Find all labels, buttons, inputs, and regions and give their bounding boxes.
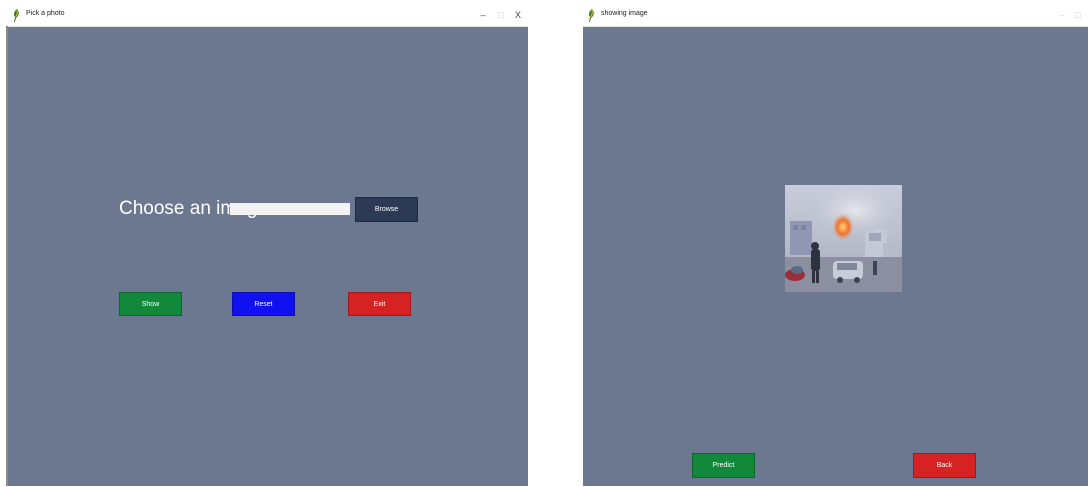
close-button[interactable]: X: [511, 8, 525, 22]
pick-photo-titlebar[interactable]: Pick a photo – □ X: [8, 5, 528, 27]
browse-button[interactable]: Browse: [355, 197, 418, 222]
showing-image-titlebar[interactable]: showing image – □: [583, 5, 1088, 27]
predict-button[interactable]: Predict: [692, 453, 755, 478]
exit-button[interactable]: Exit: [348, 292, 411, 316]
show-button[interactable]: Show: [119, 292, 182, 316]
window-title: Pick a photo: [26, 10, 65, 17]
back-button[interactable]: Back: [913, 453, 976, 478]
maximize-button[interactable]: □: [1071, 8, 1085, 22]
minimize-button[interactable]: –: [1055, 8, 1069, 22]
python-feather-icon: [13, 9, 19, 22]
reset-button[interactable]: Reset: [232, 292, 295, 316]
python-feather-icon: [588, 9, 594, 22]
minimize-button[interactable]: –: [476, 8, 490, 22]
window-title: showing image: [601, 10, 648, 17]
maximize-button[interactable]: □: [494, 8, 508, 22]
showing-image-window: showing image – □ Predict Back: [583, 5, 1088, 486]
image-path-input[interactable]: [230, 203, 350, 215]
pick-photo-window: Pick a photo – □ X Choose an image : Bro…: [8, 5, 528, 486]
street-fire-photo: [785, 185, 902, 292]
